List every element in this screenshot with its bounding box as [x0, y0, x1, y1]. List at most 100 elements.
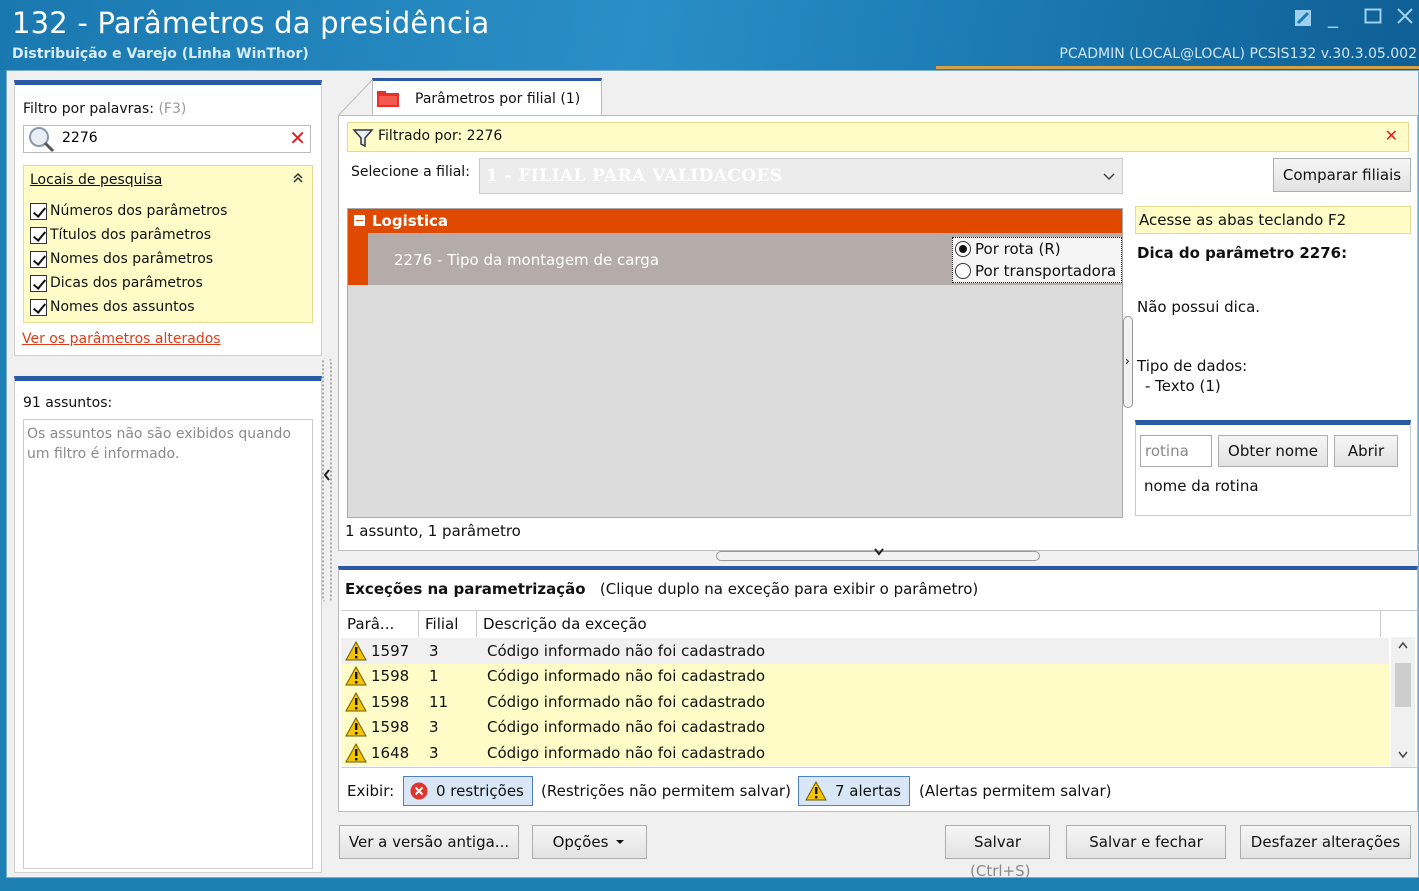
tab-content: Filtrado por: 2276 ✕ Selecione a filial:…	[338, 115, 1418, 551]
tab-label: Parâmetros por filial (1)	[415, 91, 581, 107]
option-label: Números dos parâmetros	[50, 203, 228, 219]
search-locations-title: Locais de pesquisa	[30, 172, 163, 188]
open-button[interactable]: Abrir	[1334, 435, 1398, 467]
cell-filial: 3	[429, 718, 439, 737]
compare-branches-button[interactable]: Comparar filiais	[1273, 158, 1411, 192]
filial-value: 1 - FILIAL PARA VALIDACOES	[486, 166, 783, 186]
cell-filial: 11	[429, 692, 449, 711]
undo-changes-button[interactable]: Desfazer alterações	[1240, 825, 1411, 859]
checkbox[interactable]	[30, 226, 47, 244]
chevron-left-icon[interactable]	[322, 468, 332, 486]
table-row[interactable]: 1598 3 Código informado não foi cadastra…	[341, 714, 1389, 740]
subjects-panel: 91 assuntos: Os assuntos não são exibido…	[14, 376, 322, 873]
tab-parametros-por-filial[interactable]: Parâmetros por filial (1)	[372, 78, 602, 116]
vertical-scrollbar[interactable]	[1391, 637, 1415, 767]
cell-description: Código informado não foi cadastrado	[487, 667, 766, 686]
option-parameter-titles[interactable]: Títulos dos parâmetros	[30, 224, 211, 246]
search-input[interactable]	[62, 130, 282, 146]
restore-icon[interactable]	[1294, 8, 1312, 32]
folder-icon	[377, 91, 399, 107]
subjects-message: Os assuntos não são exibidos quando um f…	[27, 426, 292, 462]
scroll-thumb[interactable]	[1395, 663, 1411, 707]
radio-button[interactable]	[955, 263, 971, 279]
filter-label-text: Filtro por palavras:	[23, 101, 154, 117]
restrictions-label: 0 restrições	[436, 782, 524, 800]
table-row[interactable]: 1648 3 Código informado não foi cadastra…	[341, 740, 1389, 766]
option-parameter-numbers[interactable]: Números dos parâmetros	[30, 200, 227, 222]
cell-filial: 3	[429, 641, 439, 660]
collapse-group-icon[interactable]	[354, 215, 365, 226]
hint-bar: Acesse as abas teclando F2	[1135, 206, 1411, 234]
radio-button[interactable]	[955, 241, 971, 257]
radio-label: Por rota (R)	[975, 240, 1061, 258]
warning-icon	[805, 781, 827, 801]
chevron-down-icon[interactable]	[873, 546, 885, 561]
save-button[interactable]: Salvar	[945, 825, 1050, 859]
exceptions-table: Parâ... Filial Descrição da exceção 1597…	[341, 610, 1417, 768]
scroll-up-icon[interactable]	[1397, 639, 1409, 653]
option-label: Dicas dos parâmetros	[50, 275, 203, 291]
get-name-button[interactable]: Obter nome	[1218, 435, 1328, 467]
old-version-button[interactable]: Ver a versão antiga...	[339, 825, 519, 859]
routine-input[interactable]	[1140, 435, 1212, 467]
filter-label: Filtro por palavras: (F3)	[23, 101, 186, 117]
chevron-right-icon[interactable]: ›	[1125, 354, 1130, 368]
cell-description: Código informado não foi cadastrado	[487, 718, 766, 737]
option-label: Títulos dos parâmetros	[50, 227, 212, 243]
radio-por-rota[interactable]: Por rota (R)	[955, 240, 1061, 258]
table-row[interactable]: 1598 11 Código informado não foi cadastr…	[341, 689, 1389, 715]
filter-icon	[352, 129, 374, 148]
checkbox[interactable]	[30, 298, 47, 316]
group-header-logistica[interactable]: Logistica	[348, 209, 1122, 233]
save-and-close-button[interactable]: Salvar e fechar	[1066, 825, 1226, 859]
clear-search-icon[interactable]: ✕	[289, 126, 306, 150]
routine-box: Obter nome Abrir nome da rotina	[1135, 420, 1411, 516]
option-parameter-names[interactable]: Nomes dos parâmetros	[30, 248, 213, 270]
search-box[interactable]: ✕	[23, 125, 311, 153]
checkbox[interactable]	[30, 202, 47, 220]
table-row[interactable]: 1597 3 Código informado não foi cadastra…	[341, 638, 1389, 664]
column-header-filial[interactable]: Filial	[419, 611, 477, 637]
column-header-description[interactable]: Descrição da exceção	[477, 611, 1381, 637]
subjects-list[interactable]: Os assuntos não são exibidos quando um f…	[23, 419, 313, 869]
hint-text: Não possui dica.	[1137, 298, 1261, 316]
search-locations-box: Locais de pesquisa Números dos parâmetro…	[23, 165, 313, 323]
cell-filial: 3	[429, 743, 439, 762]
cell-param: 1598	[371, 692, 410, 711]
search-icon	[29, 127, 55, 153]
window-bottom-border	[0, 878, 1419, 891]
tab-edge	[338, 79, 373, 116]
parameter-row-2276[interactable]: 2276 - Tipo da montagem de carga Por rot…	[348, 233, 1122, 285]
checkbox[interactable]	[30, 274, 47, 292]
close-icon[interactable]	[1396, 6, 1414, 30]
filial-label: Selecione a filial:	[351, 164, 470, 180]
table-row[interactable]: 1598 1 Código informado não foi cadastra…	[341, 663, 1389, 689]
cell-param: 1598	[371, 667, 410, 686]
changed-parameters-link[interactable]: Ver os parâmetros alterados	[22, 331, 221, 347]
parameter-radio-group: Por rota (R) Por transportadora	[952, 237, 1122, 283]
checkbox[interactable]	[30, 250, 47, 268]
column-header-param[interactable]: Parâ...	[341, 611, 419, 637]
warning-icon	[345, 717, 367, 737]
option-subject-names[interactable]: Nomes dos assuntos	[30, 296, 195, 318]
error-icon	[410, 782, 428, 800]
options-button[interactable]: Opções	[532, 825, 647, 859]
title-accent-line	[936, 66, 1419, 69]
maximize-icon[interactable]	[1364, 6, 1382, 30]
filtered-text: Filtrado por: 2276	[378, 128, 503, 144]
exceptions-panel: Exceções na parametrização (Clique duplo…	[338, 566, 1418, 812]
scroll-down-icon[interactable]	[1397, 749, 1409, 763]
window-subtitle: Distribuição e Varejo (Linha WinThor)	[12, 46, 309, 62]
exceptions-title-text: Exceções na parametrização	[345, 580, 586, 598]
alerts-toggle-button[interactable]: 7 alertas	[798, 776, 910, 806]
restrictions-toggle-button[interactable]: 0 restrições	[403, 776, 533, 806]
parameters-area: Logistica 2276 - Tipo da montagem de car…	[347, 208, 1123, 518]
minimize-icon[interactable]: _	[1328, 4, 1338, 28]
collapse-icon[interactable]	[292, 172, 304, 188]
filial-select[interactable]: 1 - FILIAL PARA VALIDACOES	[479, 158, 1123, 194]
option-parameter-hints[interactable]: Dicas dos parâmetros	[30, 272, 203, 294]
close-filter-icon[interactable]: ✕	[1385, 126, 1398, 145]
filter-panel: Filtro por palavras: (F3) ✕ Locais de pe…	[14, 80, 322, 356]
data-type-title: Tipo de dados:	[1137, 357, 1248, 375]
radio-por-transportadora[interactable]: Por transportadora	[955, 262, 1116, 280]
